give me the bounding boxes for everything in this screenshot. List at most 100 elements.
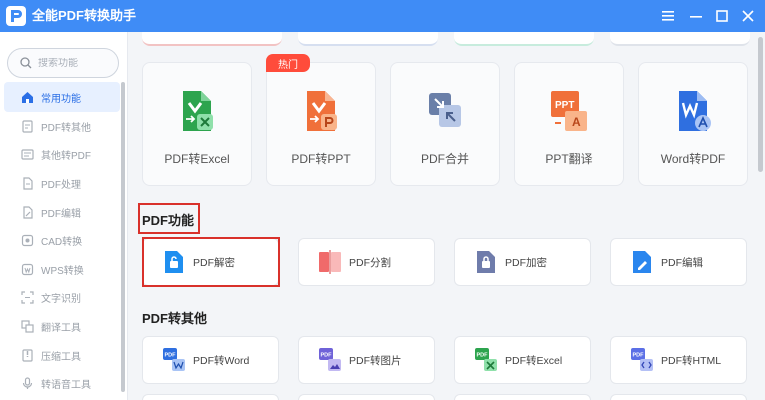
tool-card-pdf-to-word[interactable]: PDF PDF转Word <box>142 336 279 384</box>
pdf-encrypt-icon <box>475 250 497 274</box>
word-to-pdf-icon <box>671 89 715 133</box>
search-box[interactable] <box>7 48 119 78</box>
wps-icon <box>20 262 34 276</box>
feature-card-label: PDF转Excel <box>164 152 230 166</box>
pdf-process-icon <box>20 176 34 190</box>
sidebar-item-label: CAD转换 <box>41 237 83 249</box>
tool-card-label: PDF编辑 <box>661 256 703 269</box>
tool-card-pdf-split[interactable]: PDF分割 <box>298 238 435 286</box>
feature-card-label: PDF合并 <box>420 152 469 166</box>
sidebar-item-ocr[interactable]: 文字识别 <box>4 284 120 313</box>
pdf-merge-icon <box>423 89 467 133</box>
main-scrollbar[interactable] <box>758 37 763 172</box>
tool-card-pdf-encrypt[interactable]: PDF加密 <box>454 238 591 286</box>
tool-card-partial <box>454 394 591 400</box>
app-logo-icon <box>6 6 26 26</box>
peek-card <box>610 32 750 46</box>
tool-card-pdf-edit[interactable]: PDF编辑 <box>610 238 747 286</box>
hot-badge: 热门 <box>266 54 310 72</box>
tool-card-label: PDF转HTML <box>661 354 722 367</box>
sidebar-item-common[interactable]: 常用功能 <box>4 82 120 112</box>
section-title-pdf-to-other: PDF转其他 <box>142 311 208 326</box>
svg-text:PPT: PPT <box>555 100 574 111</box>
feature-card-label: PPT翻译 <box>545 152 593 166</box>
sidebar-item-pdf-edit[interactable]: PDF编辑 <box>4 198 120 227</box>
sidebar-nav: 常用功能 PDF转其他 其他转PDF PDF处理 PDF编辑 CAD转换 WPS… <box>4 82 120 398</box>
pdf-edit-icon <box>631 250 653 274</box>
menu-icon[interactable] <box>658 6 678 26</box>
svg-text:PDF: PDF <box>477 353 489 359</box>
feature-card-word-to-pdf[interactable]: Word转PDF <box>638 62 748 186</box>
sidebar-item-label: PDF转其他 <box>41 122 91 134</box>
feature-card-label: Word转PDF <box>660 152 726 166</box>
pdf-to-excel-icon: PDF <box>475 348 497 372</box>
home-icon <box>20 90 34 104</box>
sidebar-item-wps[interactable]: WPS转换 <box>4 255 120 284</box>
svg-text:PDF: PDF <box>165 353 177 359</box>
maximize-icon[interactable] <box>712 6 732 26</box>
svg-text:PDF: PDF <box>321 353 333 359</box>
sidebar-item-voice[interactable]: 转语音工具 <box>4 369 120 398</box>
other-to-pdf-icon <box>20 148 34 162</box>
pdf-edit-icon <box>20 205 34 219</box>
sidebar-item-label: 翻译工具 <box>41 322 81 334</box>
minimize-icon[interactable] <box>686 6 706 26</box>
tool-card-label: PDF分割 <box>349 256 391 269</box>
cad-icon <box>20 234 34 248</box>
sidebar-item-label: 常用功能 <box>41 93 81 105</box>
pdf-to-html-icon: PDF <box>631 348 653 372</box>
ppt-translate-icon: PPT A <box>547 89 591 133</box>
voice-icon <box>20 377 34 391</box>
feature-card-label: PDF转PPT <box>291 152 351 166</box>
translate-icon <box>20 319 34 333</box>
peek-card <box>298 32 438 46</box>
feature-card-pdf-to-ppt[interactable]: PDF转PPT <box>266 62 376 186</box>
sidebar-scrollbar[interactable] <box>121 82 125 392</box>
tool-card-label: PDF加密 <box>505 256 547 269</box>
svg-text:PDF: PDF <box>633 353 645 359</box>
sidebar-item-label: 其他转PDF <box>41 151 91 163</box>
sidebar-item-compress[interactable]: 压缩工具 <box>4 341 120 370</box>
search-icon <box>20 57 32 69</box>
tool-card-highlight <box>142 237 280 287</box>
tool-card-pdf-to-excel[interactable]: PDF PDF转Excel <box>454 336 591 384</box>
tool-card-pdf-to-html[interactable]: PDF PDF转HTML <box>610 336 747 384</box>
pdf-to-ppt-icon <box>299 89 343 133</box>
svg-text:A: A <box>572 115 581 129</box>
tool-card-partial <box>298 394 435 400</box>
pdf-to-image-icon: PDF <box>319 348 341 372</box>
tool-card-label: PDF转图片 <box>349 354 402 367</box>
sidebar-item-label: WPS转换 <box>41 265 84 277</box>
app-title: 全能PDF转换助手 <box>32 8 137 23</box>
sidebar-item-label: PDF编辑 <box>41 208 81 220</box>
feature-card-ppt-translate[interactable]: PPT A PPT翻译 <box>514 62 624 186</box>
feature-card-pdf-to-excel[interactable]: PDF转Excel <box>142 62 252 186</box>
section-title-pdf-functions: PDF功能 <box>142 213 195 228</box>
sidebar-item-pdf-to-other[interactable]: PDF转其他 <box>4 112 120 141</box>
peek-card <box>454 32 594 46</box>
sidebar-item-cad[interactable]: CAD转换 <box>4 226 120 255</box>
sidebar-item-label: 文字识别 <box>41 294 81 306</box>
ocr-icon <box>20 291 34 305</box>
sidebar-item-label: 转语音工具 <box>41 380 91 392</box>
peek-card <box>142 32 282 46</box>
pdf-split-icon <box>319 250 341 274</box>
sidebar: 常用功能 PDF转其他 其他转PDF PDF处理 PDF编辑 CAD转换 WPS… <box>0 32 128 400</box>
sidebar-item-label: PDF处理 <box>41 179 81 191</box>
tool-card-label: PDF转Excel <box>505 354 563 367</box>
pdf-to-other-icon <box>20 119 34 133</box>
tool-card-partial <box>610 394 747 400</box>
pdf-to-excel-icon <box>175 89 219 133</box>
search-input[interactable] <box>38 57 108 69</box>
sidebar-item-other-to-pdf[interactable]: 其他转PDF <box>4 141 120 170</box>
sidebar-item-translate[interactable]: 翻译工具 <box>4 312 120 341</box>
pdf-to-word-icon: PDF <box>163 348 185 372</box>
tool-card-pdf-to-image[interactable]: PDF PDF转图片 <box>298 336 435 384</box>
feature-card-pdf-merge[interactable]: PDF合并 <box>390 62 500 186</box>
compress-icon <box>20 348 34 362</box>
tool-card-partial <box>142 394 279 400</box>
sidebar-item-label: 压缩工具 <box>41 351 81 363</box>
close-icon[interactable] <box>738 6 758 26</box>
sidebar-item-pdf-process[interactable]: PDF处理 <box>4 169 120 198</box>
tool-card-label: PDF转Word <box>193 354 250 367</box>
